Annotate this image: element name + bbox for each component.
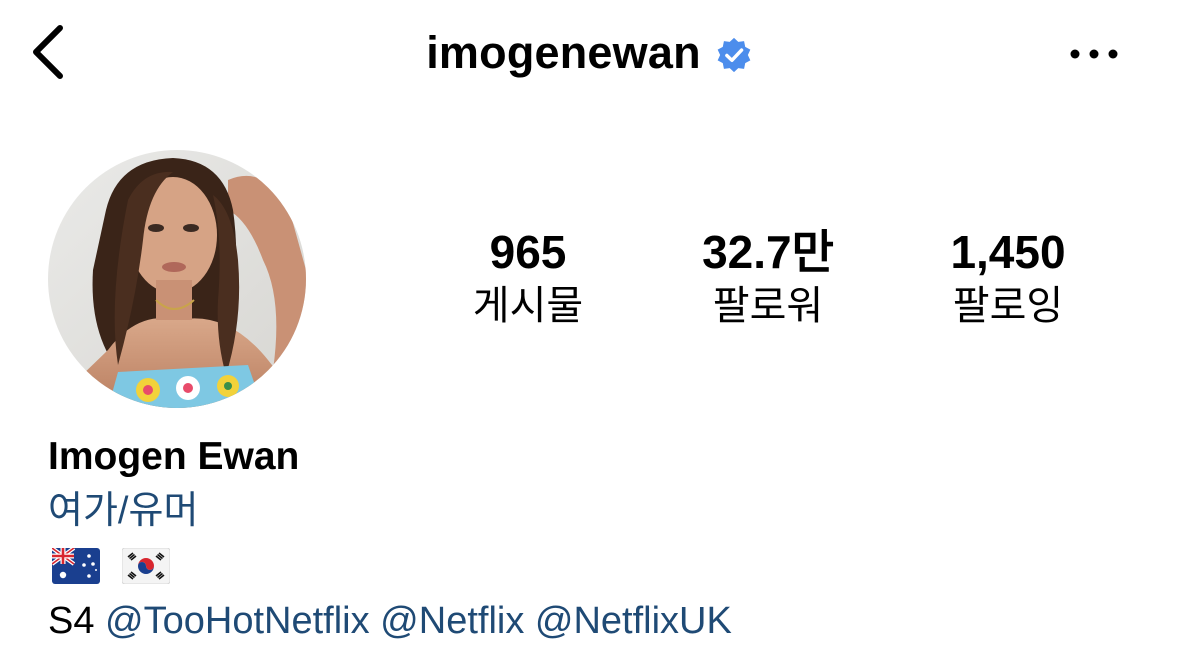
australia-flag-icon: [52, 548, 100, 584]
profile-avatar[interactable]: [48, 150, 306, 408]
more-options-button[interactable]: [1058, 28, 1130, 80]
profile-header: imogenewan: [0, 0, 1179, 105]
followers-count: 32.7만: [702, 226, 834, 278]
south-korea-flag-icon: [122, 548, 170, 584]
verified-badge-icon: [715, 36, 753, 74]
followers-count-stat[interactable]: 32.7만 팔로워: [648, 222, 888, 332]
season-label: S4: [48, 600, 95, 642]
mention-netflixuk[interactable]: @NetflixUK: [535, 600, 732, 642]
posts-count: 965: [489, 226, 567, 278]
flags-row: [48, 538, 1148, 594]
following-count-stat[interactable]: 1,450 팔로잉: [888, 222, 1128, 332]
profile-title: imogenewan: [0, 24, 1179, 82]
more-horizontal-icon: [1070, 49, 1118, 59]
posts-count-stat[interactable]: 965 게시물: [408, 222, 648, 332]
mention-netflix[interactable]: @Netflix: [380, 600, 524, 642]
following-label: 팔로잉: [952, 284, 1064, 328]
full-name: Imogen Ewan: [48, 435, 300, 478]
mention-toohotnetflix[interactable]: @TooHotNetflix: [105, 600, 370, 642]
category-label[interactable]: 여가/유머: [48, 484, 1148, 538]
username: imogenewan: [426, 27, 701, 78]
following-count: 1,450: [950, 226, 1066, 278]
followers-label: 팔로워: [712, 284, 824, 328]
bio-text-line: S4 @TooHotNetflix @Netflix @NetflixUK: [48, 594, 1148, 648]
posts-label: 게시물: [472, 284, 584, 328]
profile-bio: Imogen Ewan 여가/유머 S4 @TooHotNetflix @Net…: [48, 430, 1148, 648]
